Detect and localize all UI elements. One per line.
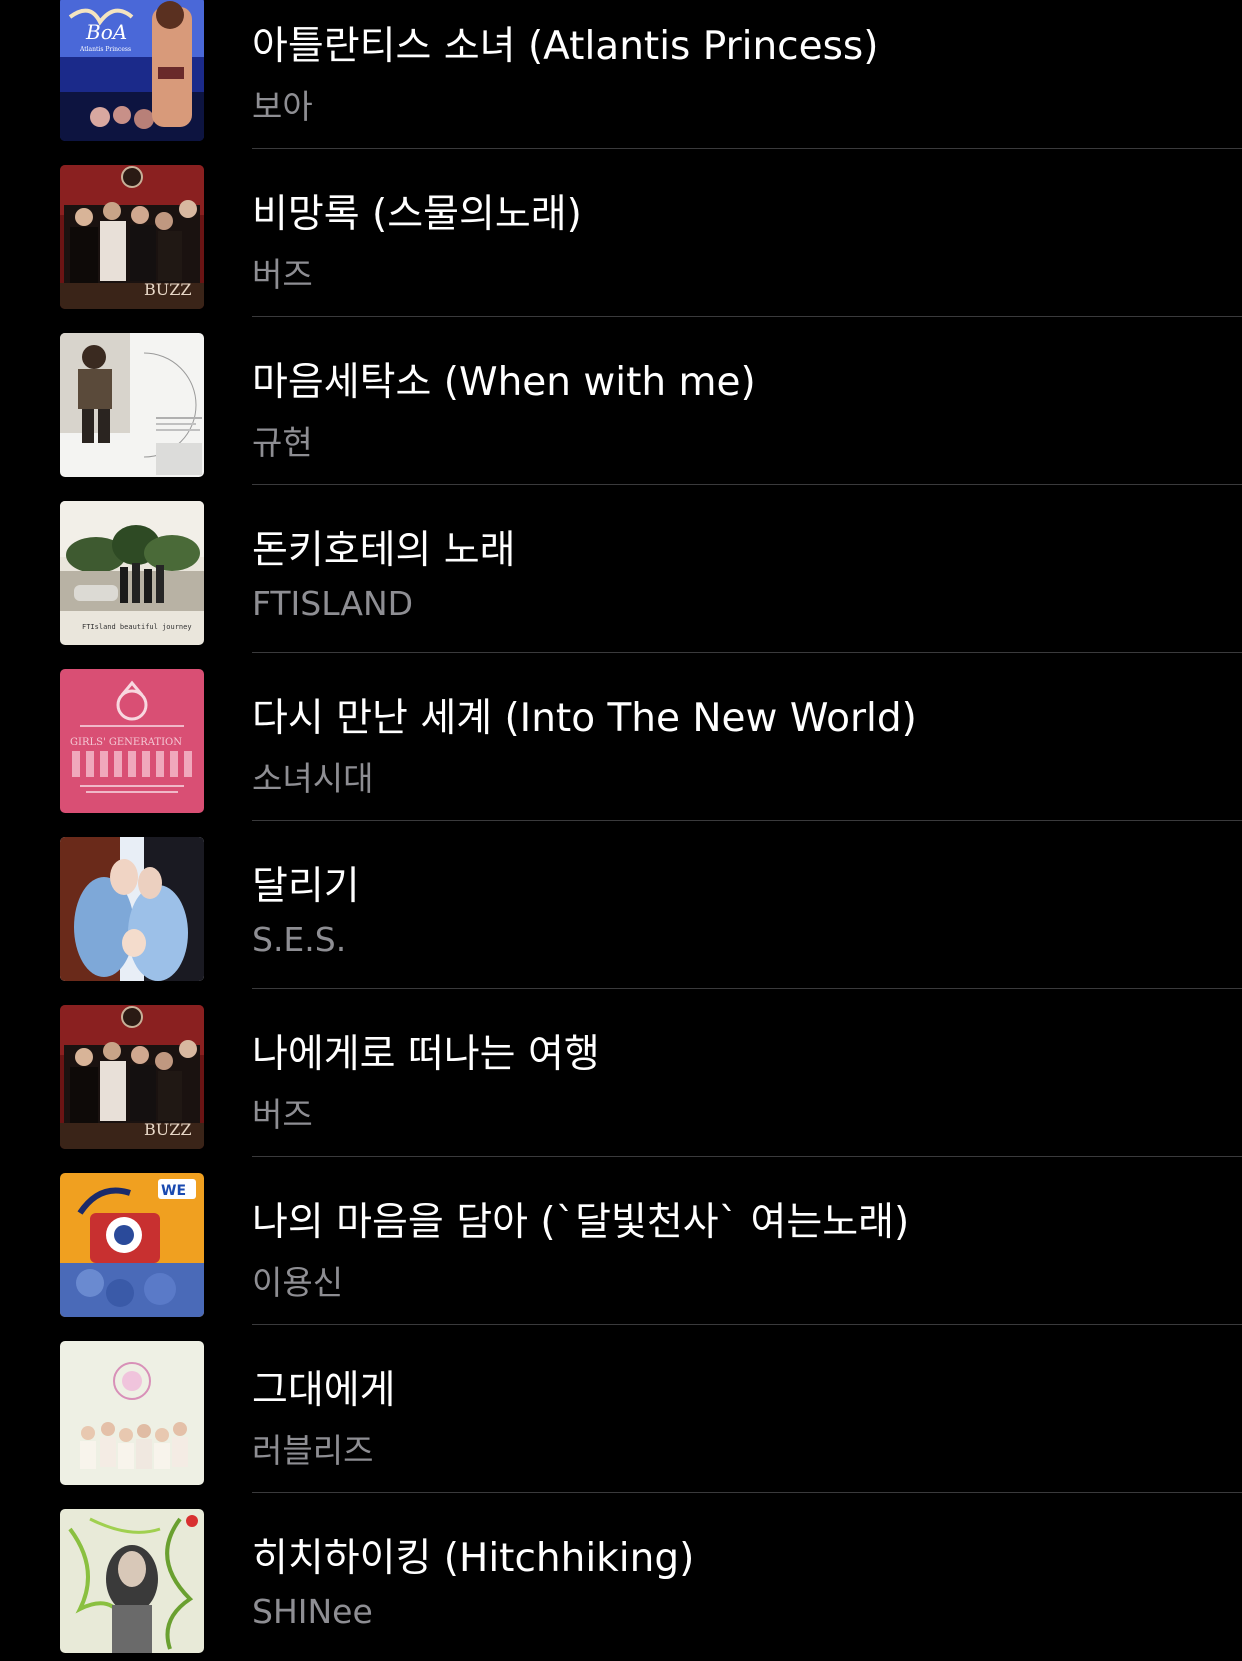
song-artist: 이용신 bbox=[252, 1263, 344, 1302]
song-row[interactable]: BoA Atlantis Princess 아틀란티스 소녀 (Atlantis… bbox=[0, 0, 1242, 149]
art-text: GIRLS' GENERATION bbox=[70, 737, 182, 748]
song-artist: S.E.S. bbox=[252, 920, 347, 959]
album-art-boa-atlantis-princess: BoA Atlantis Princess bbox=[60, 0, 204, 141]
song-title: 돈키호테의 노래 bbox=[252, 528, 516, 573]
song-title: 아틀란티스 소녀 (Atlantis Princess) bbox=[252, 24, 879, 69]
song-artist: 보아 bbox=[252, 87, 313, 126]
song-artist: 소녀시대 bbox=[252, 759, 374, 798]
album-art-kyuhyun bbox=[60, 333, 204, 477]
song-row[interactable]: FTIsland beautiful journey 돈키호테의 노래 FTIS… bbox=[0, 485, 1242, 653]
album-art-girls-generation: GIRLS' GENERATION bbox=[60, 669, 204, 813]
song-row[interactable]: 히치하이킹 (Hitchhiking) SHINee bbox=[0, 1493, 1242, 1661]
album-art-buzz: BUZZ bbox=[60, 165, 204, 309]
song-row[interactable]: 마음세탁소 (When with me) 규현 bbox=[0, 317, 1242, 485]
song-artist: 버즈 bbox=[252, 1095, 313, 1134]
song-row[interactable]: GIRLS' GENERATION 다시 만난 세계 (Into The New… bbox=[0, 653, 1242, 821]
song-title: 비망록 (스물의노래) bbox=[252, 192, 582, 237]
art-subtext: Atlantis Princess bbox=[79, 46, 131, 53]
song-title: 달리기 bbox=[252, 864, 360, 909]
song-title: 히치하이킹 (Hitchhiking) bbox=[252, 1536, 695, 1581]
album-art-buzz: BUZZ bbox=[60, 1005, 204, 1149]
song-title: 나에게로 떠나는 여행 bbox=[252, 1032, 600, 1077]
song-title: 마음세탁소 (When with me) bbox=[252, 360, 756, 405]
album-art-lee-yongshin: WE bbox=[60, 1173, 204, 1317]
song-artist: 버즈 bbox=[252, 255, 313, 294]
song-title: 그대에게 bbox=[252, 1368, 396, 1413]
album-art-lovelyz bbox=[60, 1341, 204, 1485]
song-title: 다시 만난 세계 (Into The New World) bbox=[252, 696, 917, 741]
song-row[interactable]: BUZZ 나에게로 떠나는 여행 버즈 bbox=[0, 989, 1242, 1157]
art-text: BUZZ bbox=[144, 280, 191, 299]
song-title: 나의 마음을 담아 (`달빛천사` 여는노래) bbox=[252, 1200, 910, 1245]
art-text: WE bbox=[161, 1183, 186, 1199]
song-row[interactable]: WE 나의 마음을 담아 (`달빛천사` 여는노래) 이용신 bbox=[0, 1157, 1242, 1325]
song-row[interactable]: BUZZ 비망록 (스물의노래) 버즈 bbox=[0, 149, 1242, 317]
song-row[interactable]: 달리기 S.E.S. bbox=[0, 821, 1242, 989]
album-art-ses bbox=[60, 837, 204, 981]
art-text: FTIsland beautiful journey bbox=[82, 623, 192, 631]
song-artist: 규현 bbox=[252, 423, 313, 462]
song-artist: SHINee bbox=[252, 1592, 373, 1631]
song-artist: 러블리즈 bbox=[252, 1431, 374, 1470]
art-text: BoA bbox=[85, 20, 127, 44]
song-row[interactable]: 그대에게 러블리즈 bbox=[0, 1325, 1242, 1493]
song-list: BoA Atlantis Princess 아틀란티스 소녀 (Atlantis… bbox=[0, 0, 1242, 1661]
album-art-shinee bbox=[60, 1509, 204, 1653]
art-text: BUZZ bbox=[144, 1120, 191, 1139]
song-artist: FTISLAND bbox=[252, 584, 414, 623]
album-art-ftisland: FTIsland beautiful journey bbox=[60, 501, 204, 645]
